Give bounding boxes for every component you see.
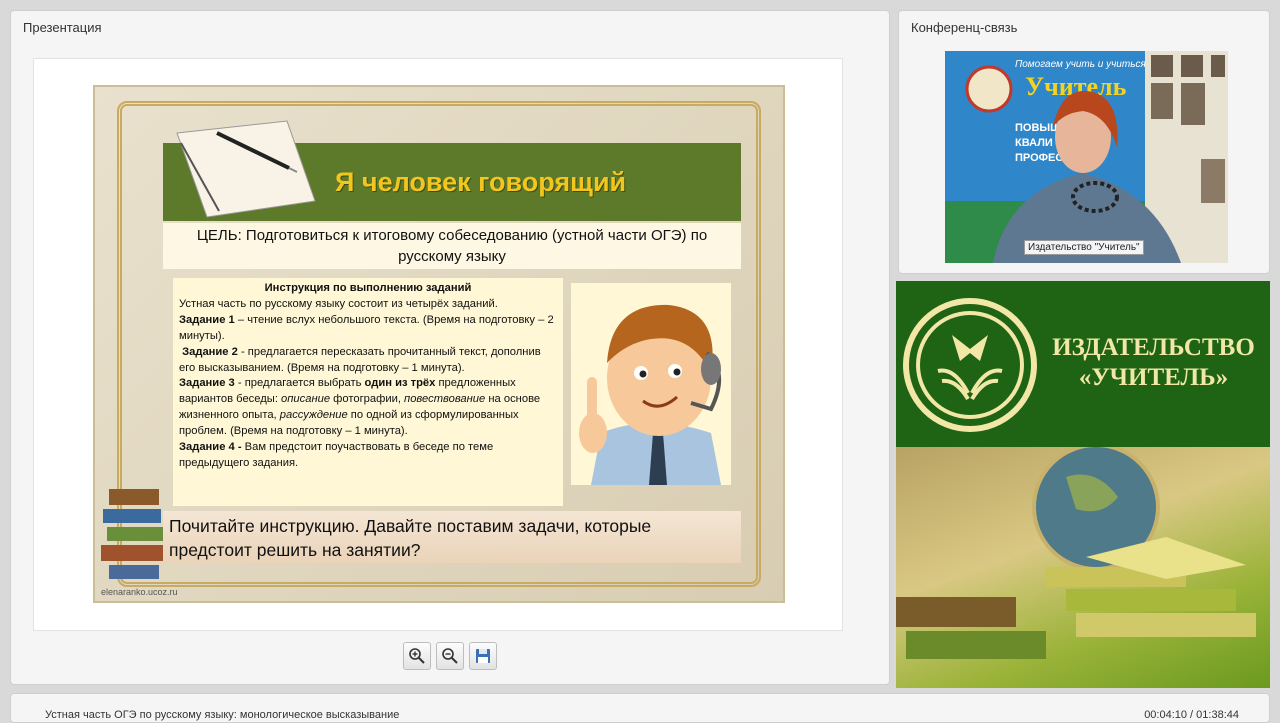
slide-title: Я человек говорящий	[335, 167, 627, 197]
instruction-task-3: Задание 3 - предлагается выбрать один из…	[179, 377, 541, 438]
slide-toolbar	[403, 642, 497, 670]
playback-time: 00:04:10 / 01:38:44	[1144, 709, 1239, 721]
notebook-pen-icon	[176, 120, 316, 218]
instruction-task-2: Задание 2 - предлагается пересказать про…	[179, 345, 541, 374]
instruction-heading: Инструкция по выполнению заданий	[264, 282, 472, 294]
video-frame-image: Помогаем учить и учиться Учитель ПОВЫШЕН…	[945, 51, 1228, 263]
slide-watermark: elenaranko.ucoz.ru	[101, 587, 178, 597]
conference-panel-title: Конференц-связь	[911, 20, 1018, 35]
presentation-panel-title: Презентация	[23, 20, 102, 35]
zoom-out-button[interactable]	[436, 642, 464, 670]
floppy-disk-icon	[476, 649, 490, 663]
save-button[interactable]	[469, 642, 497, 670]
publisher-logo-icon	[903, 298, 1037, 432]
publisher-banner: ИЗДАТЕЛЬСТВО «УЧИТЕЛЬ»	[896, 281, 1270, 688]
publisher-name: ИЗДАТЕЛЬСТВО «УЧИТЕЛЬ»	[1052, 334, 1255, 391]
slide: Я человек говорящий ЦЕЛЬ: Подготовиться …	[93, 85, 785, 603]
zoom-in-icon	[409, 648, 425, 664]
instruction-task-1: Задание 1 – чтение вслух небольшого текс…	[179, 313, 554, 342]
slide-prompt: Почитайте инструкцию. Давайте поставим з…	[163, 511, 741, 563]
video-feed[interactable]: Помогаем учить и учиться Учитель ПОВЫШЕН…	[945, 51, 1228, 263]
poster-slogan: Помогаем учить и учиться	[1015, 59, 1146, 70]
lecture-title: Устная часть ОГЭ по русскому языку: моно…	[45, 709, 400, 721]
slide-goal: ЦЕЛЬ: Подготовиться к итоговому собеседо…	[163, 223, 741, 269]
instruction-intro: Устная часть по русскому языку состоит и…	[179, 297, 498, 310]
boy-headset-illustration	[571, 283, 731, 485]
conference-panel: Конференц-связь Помогаем учить и учиться…	[898, 10, 1270, 274]
instruction-task-4: Задание 4 - Вам предстоит поучаствовать …	[179, 441, 494, 469]
zoom-out-icon	[442, 648, 458, 664]
globe-books-image	[896, 443, 1256, 659]
footer-bar: Устная часть ОГЭ по русскому языку: моно…	[10, 693, 1270, 723]
zoom-in-button[interactable]	[403, 642, 431, 670]
slide-viewport: Я человек говорящий ЦЕЛЬ: Подготовиться …	[33, 58, 843, 631]
poster-bullet-2: КВАЛИ	[1015, 137, 1053, 149]
publisher-header: ИЗДАТЕЛЬСТВО «УЧИТЕЛЬ»	[896, 281, 1270, 447]
video-caption: Издательство "Учитель"	[1024, 240, 1144, 255]
presentation-panel: Презентация Я человек говорящий ЦЕЛЬ: По…	[10, 10, 890, 685]
instruction-box: Инструкция по выполнению заданий Устная …	[173, 278, 563, 506]
books-globe-illustration	[896, 443, 1270, 688]
books-stack-icon	[101, 489, 163, 579]
